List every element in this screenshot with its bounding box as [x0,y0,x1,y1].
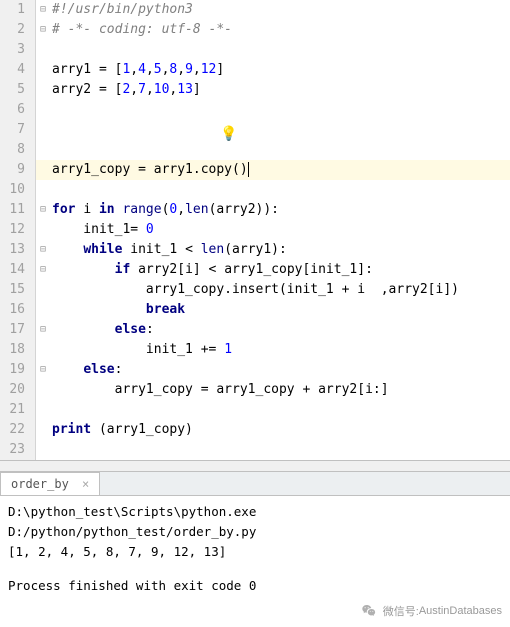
code-content[interactable]: init_1= 0 [50,220,510,240]
watermark-label: 微信号: [383,603,419,619]
wechat-icon [361,603,377,619]
code-content[interactable]: arry1_copy = arry1.copy() [50,160,510,180]
code-content[interactable]: init_1 += 1 [50,340,510,360]
code-line[interactable]: 4 arry1 = [1,4,5,8,9,12] [0,60,510,80]
code-content[interactable]: arry2 = [2,7,10,13] [50,80,510,100]
line-number[interactable]: 19 [0,360,36,380]
code-line[interactable]: 8💡 [0,140,510,160]
pane-divider[interactable] [0,460,510,472]
line-number[interactable]: 2 [0,20,36,40]
code-content[interactable]: arry1_copy.insert(init_1 + i ,arry2[i]) [50,280,510,300]
fold-icon[interactable]: ⊟ [36,200,50,220]
code-line[interactable]: 3 [0,40,510,60]
code-content[interactable]: while init_1 < len(arry1): [50,240,510,260]
line-number[interactable]: 15 [0,280,36,300]
code-line[interactable]: 9 arry1_copy = arry1.copy() [0,160,510,180]
line-number[interactable]: 4 [0,60,36,80]
fold-icon[interactable]: ⊟ [36,320,50,340]
code-content[interactable]: print (arry1_copy) [50,420,510,440]
code-content[interactable]: break [50,300,510,320]
code-line[interactable]: 20 arry1_copy = arry1_copy + arry2[i:] [0,380,510,400]
code-line[interactable]: 12 init_1= 0 [0,220,510,240]
code-line[interactable]: 18 init_1 += 1 [0,340,510,360]
line-number[interactable]: 9 [0,160,36,180]
watermark-name: AustinDatabases [419,605,502,617]
code-content[interactable]: else: [50,320,510,340]
console-stdout: [1, 2, 4, 5, 8, 7, 9, 12, 13] [8,542,502,562]
code-line[interactable]: 5 arry2 = [2,7,10,13] [0,80,510,100]
line-number[interactable]: 6 [0,100,36,120]
close-icon[interactable]: × [82,477,89,491]
code-editor[interactable]: 1⊟#!/usr/bin/python32⊟# -*- coding: utf-… [0,0,510,460]
code-line[interactable]: 6 [0,100,510,120]
line-number[interactable]: 21 [0,400,36,420]
line-number[interactable]: 22 [0,420,36,440]
line-number[interactable]: 23 [0,440,36,460]
fold-icon[interactable]: ⊟ [36,20,50,40]
fold-icon[interactable]: ⊟ [36,240,50,260]
code-content[interactable]: for i in range(0,len(arry2)): [50,200,510,220]
line-number[interactable]: 5 [0,80,36,100]
code-line[interactable]: 1⊟#!/usr/bin/python3 [0,0,510,20]
line-number[interactable]: 7 [0,120,36,140]
line-number[interactable]: 16 [0,300,36,320]
intention-bulb-icon[interactable]: 💡 [220,124,237,144]
line-number[interactable]: 11 [0,200,36,220]
fold-icon[interactable]: ⊟ [36,260,50,280]
code-line[interactable]: 17⊟ else: [0,320,510,340]
code-content[interactable]: if arry2[i] < arry1_copy[init_1]: [50,260,510,280]
code-line[interactable]: 7 [0,120,510,140]
code-content[interactable]: arry1_copy = arry1_copy + arry2[i:] [50,380,510,400]
line-number[interactable]: 17 [0,320,36,340]
console-tab[interactable]: order_by × [0,472,100,495]
line-number[interactable]: 12 [0,220,36,240]
code-line[interactable]: 22 print (arry1_copy) [0,420,510,440]
code-line[interactable]: 21 [0,400,510,420]
line-number[interactable]: 1 [0,0,36,20]
code-content[interactable]: else: [50,360,510,380]
line-number[interactable]: 13 [0,240,36,260]
code-line[interactable]: 15 arry1_copy.insert(init_1 + i ,arry2[i… [0,280,510,300]
fold-icon[interactable]: ⊟ [36,0,50,20]
code-line[interactable]: 14⊟ if arry2[i] < arry1_copy[init_1]: [0,260,510,280]
line-number[interactable]: 14 [0,260,36,280]
line-number[interactable]: 8 [0,140,36,160]
line-number[interactable]: 3 [0,40,36,60]
console-exit: Process finished with exit code 0 [8,576,502,596]
code-line[interactable]: 19⊟ else: [0,360,510,380]
console-tabbar: order_by × [0,472,510,496]
code-line[interactable]: 23 [0,440,510,460]
console-output[interactable]: D:\python_test\Scripts\python.exe D:/pyt… [0,496,510,602]
code-line[interactable]: 13⊟ while init_1 < len(arry1): [0,240,510,260]
code-line[interactable]: 11⊟for i in range(0,len(arry2)): [0,200,510,220]
console-command: D:\python_test\Scripts\python.exe D:/pyt… [8,502,502,542]
code-content[interactable]: # -*- coding: utf-8 -*- [50,20,510,40]
line-number[interactable]: 20 [0,380,36,400]
code-line[interactable]: 2⊟# -*- coding: utf-8 -*- [0,20,510,40]
line-number[interactable]: 18 [0,340,36,360]
code-content[interactable]: #!/usr/bin/python3 [50,0,510,20]
code-line[interactable]: 16 break [0,300,510,320]
code-content[interactable]: arry1 = [1,4,5,8,9,12] [50,60,510,80]
fold-icon[interactable]: ⊟ [36,360,50,380]
code-line[interactable]: 10 [0,180,510,200]
watermark: 微信号: AustinDatabases [361,603,502,619]
tab-label: order_by [11,477,69,491]
line-number[interactable]: 10 [0,180,36,200]
